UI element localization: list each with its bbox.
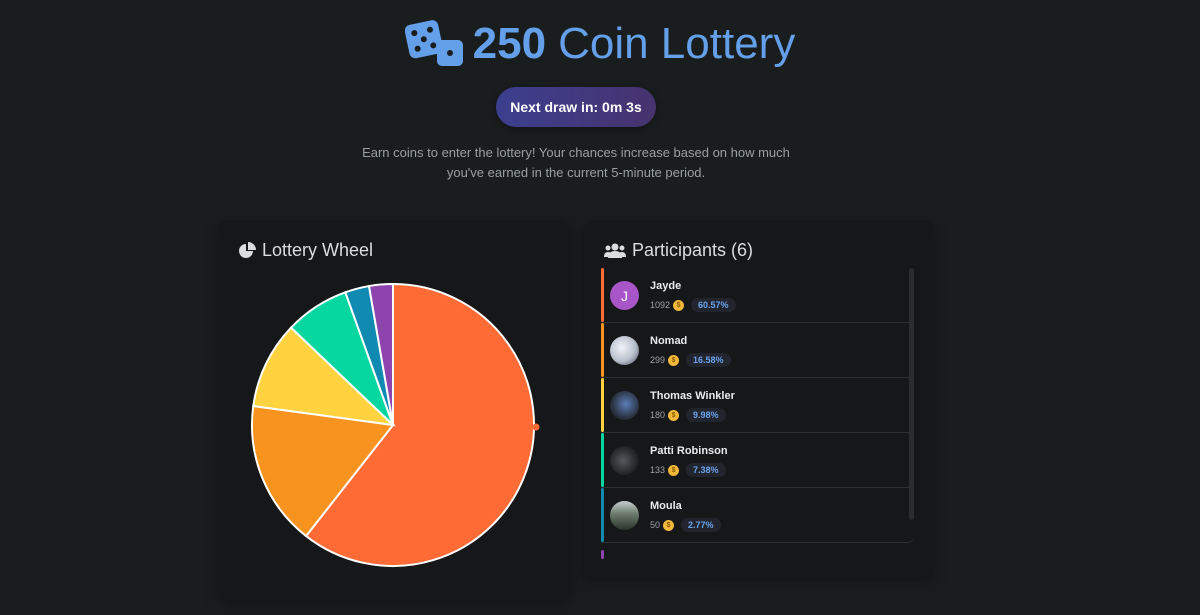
title-text: Coin Lottery	[558, 19, 796, 68]
participant-percent-badge: 7.38%	[686, 463, 726, 477]
avatar	[610, 501, 639, 530]
avatar: J	[610, 281, 639, 310]
participant-row[interactable]: Nomad 299 $ 16.58%	[601, 323, 914, 378]
participant-name: Thomas Winkler	[650, 390, 735, 402]
lottery-description: Earn coins to enter the lottery! Your ch…	[362, 145, 790, 180]
participant-name: Jayde	[650, 280, 682, 292]
avatar-letter: J	[621, 287, 628, 304]
participant-coins: 299	[650, 355, 666, 365]
participant-color-bar	[601, 378, 604, 432]
coin-icon: $	[668, 409, 680, 421]
participant-name: Moula	[650, 500, 682, 512]
participant-name: Nomad	[650, 335, 688, 347]
participant-row[interactable]: J Jayde 1092 $ 60.57%	[601, 268, 914, 323]
avatar	[610, 446, 639, 475]
avatar	[610, 336, 639, 365]
participant-percent-badge: 16.58%	[686, 353, 731, 367]
coin-icon: $	[668, 354, 680, 366]
lottery-wheel-chart	[250, 282, 540, 567]
participant-color-bar	[601, 550, 604, 559]
coin-icon: $	[668, 464, 680, 476]
participant-color-bar	[601, 488, 604, 542]
participant-color-bar	[601, 433, 604, 487]
participant-name: Patti Robinson	[650, 445, 728, 457]
participant-row[interactable]: Moula 50 $ 2.77%	[601, 488, 914, 543]
next-draw-timer: Next draw in: 0m 3s	[496, 87, 656, 127]
avatar	[610, 391, 639, 420]
participant-meta: 1092 $ 60.57%	[650, 298, 736, 312]
lottery-amount: 250	[472, 19, 547, 68]
wheel-panel-header: Lottery Wheel	[238, 240, 373, 261]
coin-icon: $	[663, 519, 675, 531]
participant-row[interactable]: Patti Robinson 133 $ 7.38%	[601, 433, 914, 488]
participants-panel-title: Participants (6)	[632, 240, 754, 260]
participant-percent-badge: 9.98%	[686, 408, 726, 422]
participants-scrollbar[interactable]	[909, 268, 914, 520]
participant-meta: 299 $ 16.58%	[650, 353, 731, 367]
participants-panel-header: Participants (6)	[604, 240, 753, 261]
participant-row[interactable]: Thomas Winkler 180 $ 9.98%	[601, 378, 914, 433]
participant-percent-badge: 2.77%	[681, 518, 721, 532]
participant-coins: 133	[650, 465, 666, 475]
participant-coins: 180	[650, 410, 666, 420]
participant-coins: 1092	[650, 300, 671, 310]
participants-list: J Jayde 1092 $ 60.57% Nomad 299 $ 16.58%…	[601, 268, 914, 558]
coin-icon: $	[673, 299, 685, 311]
participant-meta: 133 $ 7.38%	[650, 463, 726, 477]
participant-color-bar	[601, 268, 604, 322]
participants-panel: Participants (6) J Jayde 1092 $ 60.57% N…	[584, 220, 934, 578]
pie-chart-icon	[239, 241, 256, 258]
users-icon	[604, 243, 626, 258]
participant-percent-badge: 60.57%	[691, 298, 736, 312]
wheel-pointer	[532, 423, 540, 431]
wheel-panel-title: Lottery Wheel	[262, 240, 374, 260]
participant-meta: 50 $ 2.77%	[650, 518, 721, 532]
dice-icon	[404, 20, 463, 66]
participant-color-bar	[601, 323, 604, 377]
page-title: 250 Coin Lottery	[0, 18, 1200, 70]
participant-meta: 180 $ 9.98%	[650, 408, 726, 422]
participant-coins: 50	[650, 520, 661, 530]
lottery-wheel-panel: Lottery Wheel	[218, 220, 570, 600]
